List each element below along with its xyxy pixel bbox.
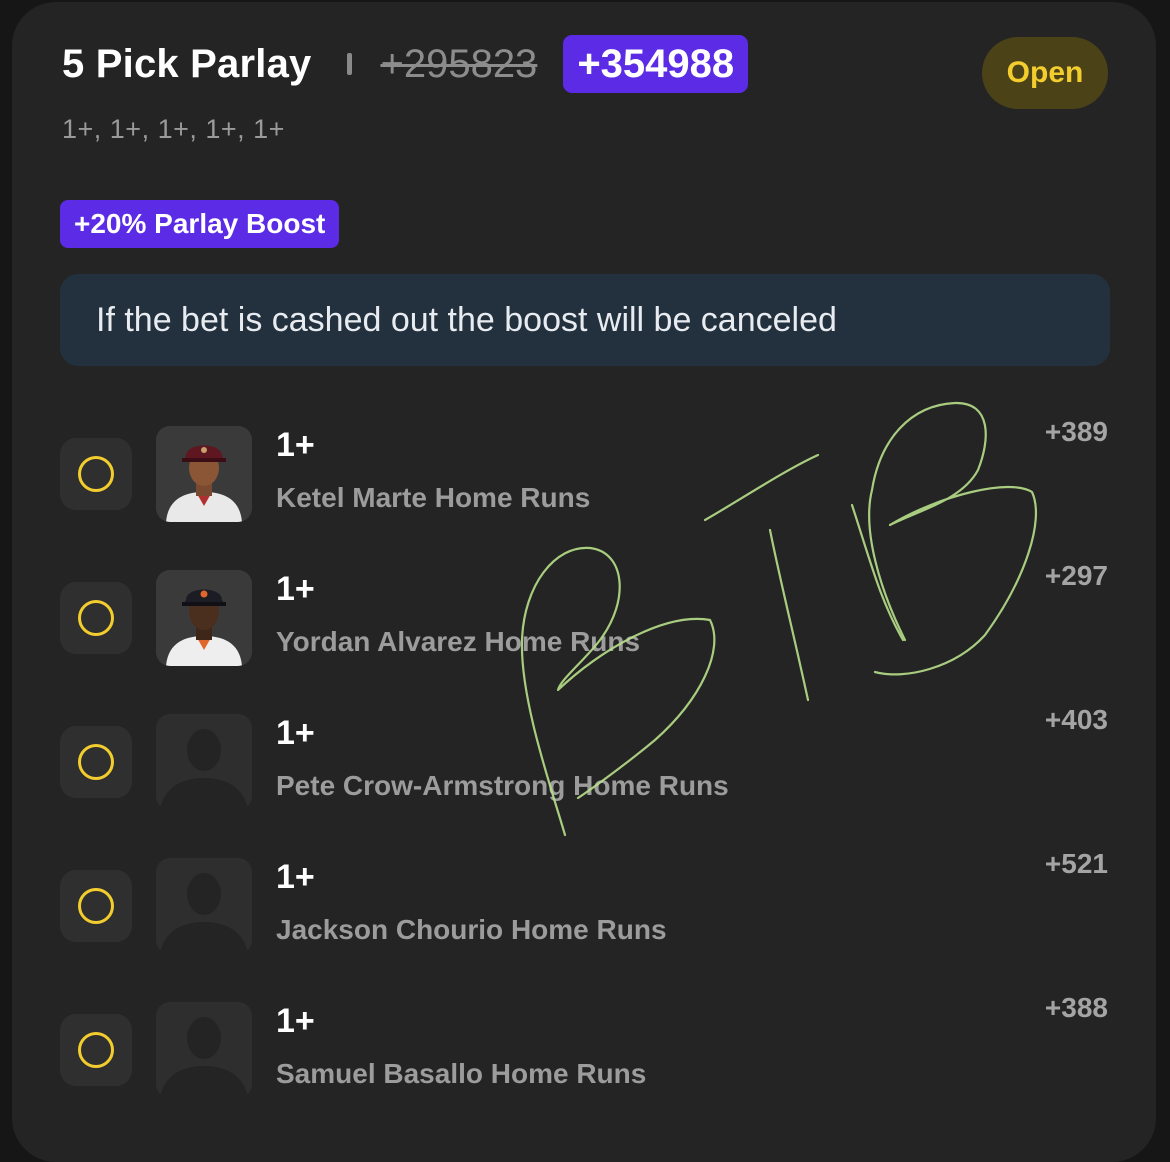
leg-line: 1+ (276, 858, 315, 896)
player-silhouette-icon (156, 714, 252, 810)
leg-odds: +521 (1044, 848, 1108, 879)
boosted-odds-badge: +354988 (563, 35, 749, 93)
player-silhouette-icon (156, 1002, 252, 1098)
leg-line: 1+ (276, 570, 315, 608)
leg-row[interactable]: 1+ Jackson Chourio Home Runs +521 (12, 848, 1156, 1002)
status-badge: Open (982, 37, 1108, 109)
legs-summary: 1+, 1+, 1+, 1+, 1+ (62, 114, 285, 144)
leg-row[interactable]: 1+ Ketel Marte Home Runs +389 (12, 416, 1156, 570)
leg-market: Ketel Marte Home Runs (276, 482, 591, 513)
parlay-boost-badge: +20% Parlay Boost (60, 200, 340, 248)
parlay-title: 5 Pick Parlay (62, 41, 312, 86)
pending-circle-icon (78, 600, 114, 636)
cashout-notice: If the bet is cashed out the boost will … (60, 274, 1110, 366)
parlay-header: 5 Pick Parlay +295823 +354988 (62, 32, 749, 96)
leg-odds: +389 (1044, 416, 1108, 447)
leg-row[interactable]: 1+ Yordan Alvarez Home Runs +297 (12, 560, 1156, 714)
leg-status-indicator (60, 1014, 132, 1086)
original-odds: +295823 (380, 41, 538, 86)
player-silhouette-icon (156, 858, 252, 954)
cashout-notice-text: If the bet is cashed out the boost will … (96, 300, 837, 339)
leg-status-indicator (60, 870, 132, 942)
pending-circle-icon (78, 744, 114, 780)
leg-odds: +388 (1044, 992, 1108, 1023)
leg-line: 1+ (276, 714, 315, 752)
pending-circle-icon (78, 1032, 114, 1068)
header-divider (347, 53, 353, 75)
leg-line: 1+ (276, 426, 315, 464)
leg-row[interactable]: 1+ Pete Crow-Armstrong Home Runs +403 (12, 704, 1156, 858)
leg-status-indicator (60, 726, 132, 798)
leg-odds: +403 (1044, 704, 1108, 735)
leg-market: Samuel Basallo Home Runs (276, 1058, 647, 1089)
pending-circle-icon (78, 888, 114, 924)
leg-market: Pete Crow-Armstrong Home Runs (276, 770, 729, 801)
player-avatar (156, 426, 252, 522)
leg-odds: +297 (1044, 560, 1108, 591)
leg-market: Jackson Chourio Home Runs (276, 914, 667, 945)
leg-market: Yordan Alvarez Home Runs (276, 626, 641, 657)
leg-status-indicator (60, 438, 132, 510)
parlay-card: 5 Pick Parlay +295823 +354988 Open 1+, 1… (12, 2, 1156, 1162)
leg-line: 1+ (276, 1002, 315, 1040)
leg-row[interactable]: 1+ Samuel Basallo Home Runs +388 (12, 992, 1156, 1146)
leg-status-indicator (60, 582, 132, 654)
player-avatar (156, 570, 252, 666)
pending-circle-icon (78, 456, 114, 492)
